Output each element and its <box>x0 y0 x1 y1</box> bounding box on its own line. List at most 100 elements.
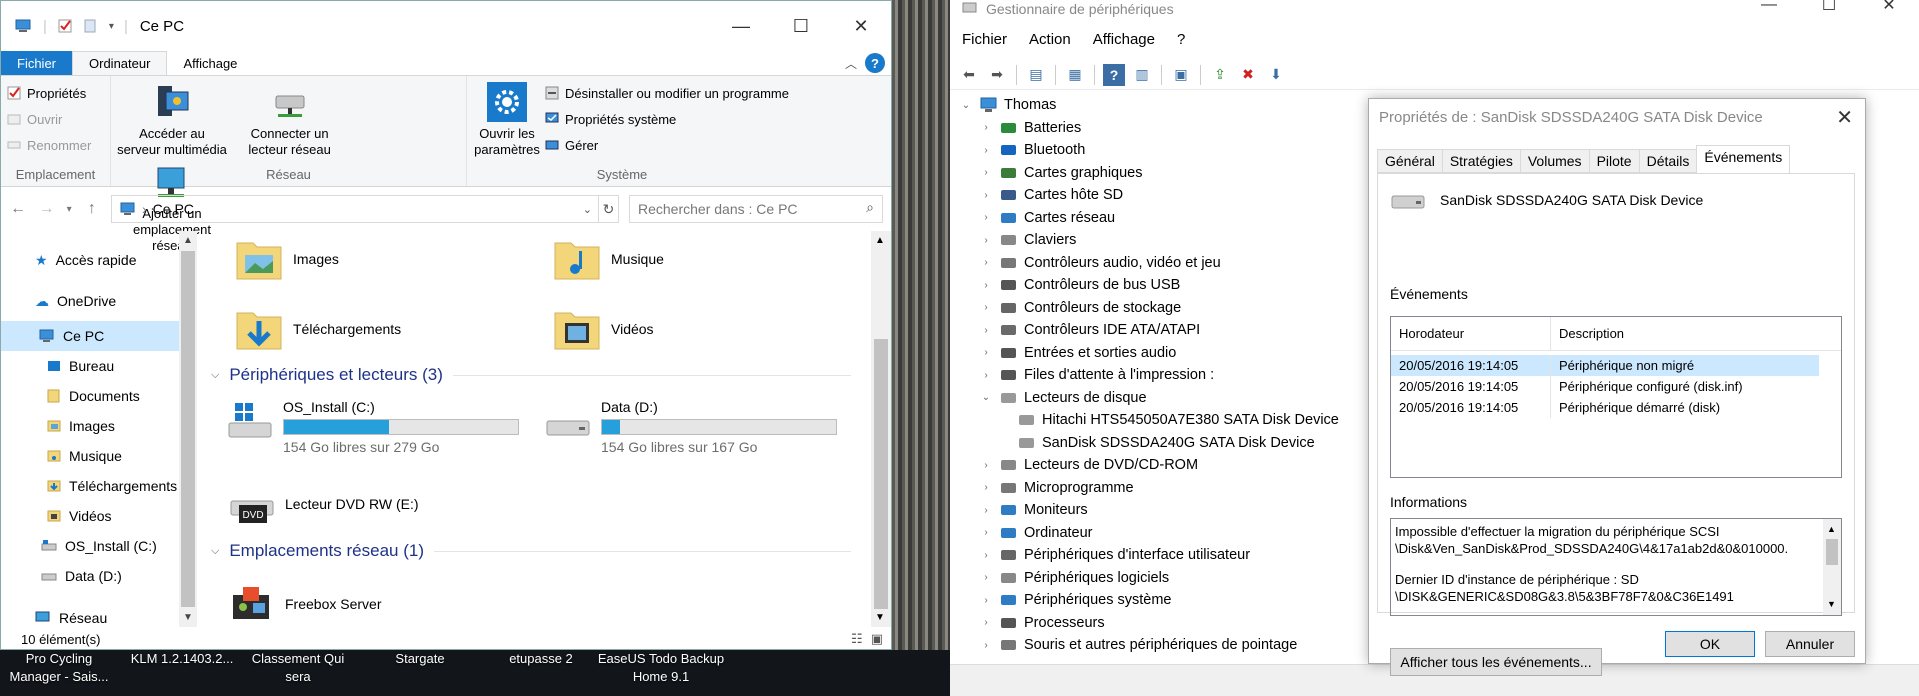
information-scrollbar[interactable]: ▲ ▼ <box>1823 519 1841 615</box>
tree-node-dvd[interactable]: › Lecteurs de DVD/CD-ROM <box>958 454 1378 477</box>
column-header-timestamp[interactable]: Horodateur <box>1391 316 1551 351</box>
tree-node-usb[interactable]: › Contrôleurs de bus USB <box>958 274 1378 297</box>
search-input[interactable]: Rechercher dans : Ce PC ⌕ <box>629 195 883 223</box>
scroll-down-icon[interactable]: ▼ <box>875 612 885 623</box>
tab-volumes[interactable]: Volumes <box>1519 149 1589 173</box>
tree-node-graphics[interactable]: › Cartes graphiques <box>958 162 1378 185</box>
nav-item-data-drive[interactable]: Data (D:) <box>1 561 179 591</box>
expand-chevron-icon[interactable]: › <box>978 347 994 358</box>
rename-button[interactable]: Renommer <box>7 132 104 158</box>
system-properties-button[interactable]: Propriétés système <box>545 106 789 132</box>
tab-computer[interactable]: Ordinateur <box>72 51 168 75</box>
update-driver-icon[interactable]: ⇪ <box>1209 64 1231 86</box>
expand-chevron-icon[interactable]: › <box>978 190 994 201</box>
desktop-shortcut-label[interactable]: KLM 1.2.1403.2... <box>122 650 242 668</box>
details-view-icon[interactable]: ☷ <box>851 631 863 647</box>
collapse-chevron-icon[interactable]: ⌄ <box>958 100 974 111</box>
tree-node-software[interactable]: › Périphériques logiciels <box>958 567 1378 590</box>
tree-node-printq[interactable]: › Files d'attente à l'impression : <box>958 364 1378 387</box>
scroll-down-icon[interactable]: ▼ <box>179 612 197 623</box>
maximize-button[interactable]: ☐ <box>771 1 831 51</box>
tree-node-mice[interactable]: › Souris et autres périphériques de point… <box>958 634 1378 657</box>
breadcrumb[interactable]: Ce PC <box>153 201 194 217</box>
view-icon[interactable]: ▥ <box>1131 64 1153 86</box>
uninstall-program-button[interactable]: Désinstaller ou modifier un programme <box>545 80 789 106</box>
folder-music[interactable]: Musique <box>553 235 664 283</box>
nav-item-os-install[interactable]: OS_Install (C:) <box>1 531 179 561</box>
nav-item-images[interactable]: Images <box>1 411 179 441</box>
tree-node-batteries[interactable]: › Batteries <box>958 117 1378 140</box>
up-arrow-icon[interactable]: ↑ <box>83 200 101 218</box>
expand-chevron-icon[interactable]: › <box>978 212 994 223</box>
new-folder-icon[interactable] <box>83 18 99 34</box>
tree-node-audio[interactable]: › Contrôleurs audio, vidéo et jeu <box>958 252 1378 275</box>
event-row[interactable]: 20/05/2016 19:14:05 Périphérique non mig… <box>1391 355 1819 376</box>
desktop-shortcut-label[interactable]: Pro Cycling Manager - Sais... <box>4 650 114 686</box>
expand-chevron-icon[interactable]: › <box>978 595 994 606</box>
tree-node-computer[interactable]: › Ordinateur <box>958 522 1378 545</box>
nav-item-quick-access[interactable]: ★ Accès rapide <box>1 239 179 281</box>
expand-chevron-icon[interactable]: › <box>978 302 994 313</box>
expand-chevron-icon[interactable]: › <box>978 280 994 291</box>
network-location-freebox[interactable]: Freebox Server <box>229 581 381 627</box>
help-button[interactable]: ? <box>865 53 885 73</box>
expand-chevron-icon[interactable]: › <box>978 482 994 493</box>
tree-node-netcards[interactable]: › Cartes réseau <box>958 207 1378 230</box>
expand-chevron-icon[interactable]: › <box>978 257 994 268</box>
desktop-shortcut-label[interactable]: Stargate <box>365 650 475 668</box>
tree-node-bluetooth[interactable]: › Bluetooth <box>958 139 1378 162</box>
nav-item-desktop[interactable]: Bureau <box>1 351 179 381</box>
nav-item-network[interactable]: Réseau <box>1 591 179 627</box>
tree-root[interactable]: ⌄ Thomas <box>958 94 1378 117</box>
nav-item-onedrive[interactable]: ☁ OneDrive <box>1 281 179 321</box>
tree-node-disks[interactable]: ⌄ Lecteurs de disque <box>958 387 1378 410</box>
large-icons-view-icon[interactable]: ▣ <box>871 631 883 647</box>
media-server-button[interactable]: Accéder au serveur multimédia <box>111 80 233 160</box>
expand-chevron-icon[interactable]: › <box>978 550 994 561</box>
tab-details[interactable]: Détails <box>1638 149 1697 173</box>
close-button[interactable]: ✕ <box>831 1 891 51</box>
tree-node-sdhost[interactable]: › Cartes hôte SD <box>958 184 1378 207</box>
collapse-chevron-icon[interactable]: ⌄ <box>978 392 994 403</box>
desktop-shortcut-label[interactable]: etupasse 2 <box>486 650 596 668</box>
tab-policies[interactable]: Stratégies <box>1441 149 1520 173</box>
recent-chevron-icon[interactable]: ▾ <box>66 204 73 215</box>
address-dropdown-icon[interactable]: ⌄ <box>583 203 592 216</box>
drive-c[interactable]: OS_Install (C:) 154 Go libres sur 279 Go <box>227 399 519 455</box>
disable-device-icon[interactable]: ⬇ <box>1265 64 1287 86</box>
help-icon[interactable]: ? <box>1103 63 1125 86</box>
tree-node-audio_io[interactable]: › Entrées et sorties audio <box>958 342 1378 365</box>
close-icon[interactable]: ✕ <box>1836 105 1853 130</box>
navigation-scrollbar[interactable]: ▲ ▼ <box>179 231 197 627</box>
menu-help[interactable]: ? <box>1177 31 1185 48</box>
content-scrollbar[interactable]: ▲ ▼ <box>871 231 891 627</box>
nav-item-music[interactable]: Musique <box>1 441 179 471</box>
event-row[interactable]: 20/05/2016 19:14:05 Périphérique démarré… <box>1391 397 1841 418</box>
drive-d[interactable]: Data (D:) 154 Go libres sur 167 Go <box>545 399 837 455</box>
tree-node-keyboards[interactable]: › Claviers <box>958 229 1378 252</box>
expand-chevron-icon[interactable]: › <box>978 617 994 628</box>
expand-chevron-icon[interactable]: › <box>978 370 994 381</box>
expand-chevron-icon[interactable]: › <box>978 640 994 651</box>
scroll-up-icon[interactable]: ▲ <box>179 235 197 246</box>
scrollbar-thumb[interactable] <box>1826 539 1838 565</box>
properties-button[interactable]: Propriétés <box>7 80 104 106</box>
maximize-button[interactable]: ☐ <box>1799 0 1859 20</box>
properties-icon[interactable]: ▦ <box>1064 64 1086 86</box>
menu-file[interactable]: Fichier <box>962 31 1007 48</box>
menu-view[interactable]: Affichage <box>1093 31 1155 48</box>
expand-chevron-icon[interactable]: › <box>978 122 994 133</box>
tree-node-firmware[interactable]: › Microprogramme <box>958 477 1378 500</box>
scroll-up-icon[interactable]: ▲ <box>1827 521 1836 538</box>
tree-node-system[interactable]: › Périphériques système <box>958 589 1378 612</box>
address-bar[interactable]: › Ce PC ⌄ <box>110 195 599 223</box>
folder-videos[interactable]: Vidéos <box>553 305 654 353</box>
expand-chevron-icon[interactable]: › <box>978 505 994 516</box>
close-button[interactable]: ✕ <box>1859 0 1919 20</box>
tree-node-disk2[interactable]: SanDisk SDSSDA240G SATA Disk Device <box>958 432 1378 455</box>
tree-node-storage[interactable]: › Contrôleurs de stockage <box>958 297 1378 320</box>
show-all-events-button[interactable]: Afficher tous les événements... <box>1390 648 1602 676</box>
tree-node-monitors[interactable]: › Moniteurs <box>958 499 1378 522</box>
tab-driver[interactable]: Pilote <box>1588 149 1639 173</box>
expand-chevron-icon[interactable]: › <box>978 235 994 246</box>
